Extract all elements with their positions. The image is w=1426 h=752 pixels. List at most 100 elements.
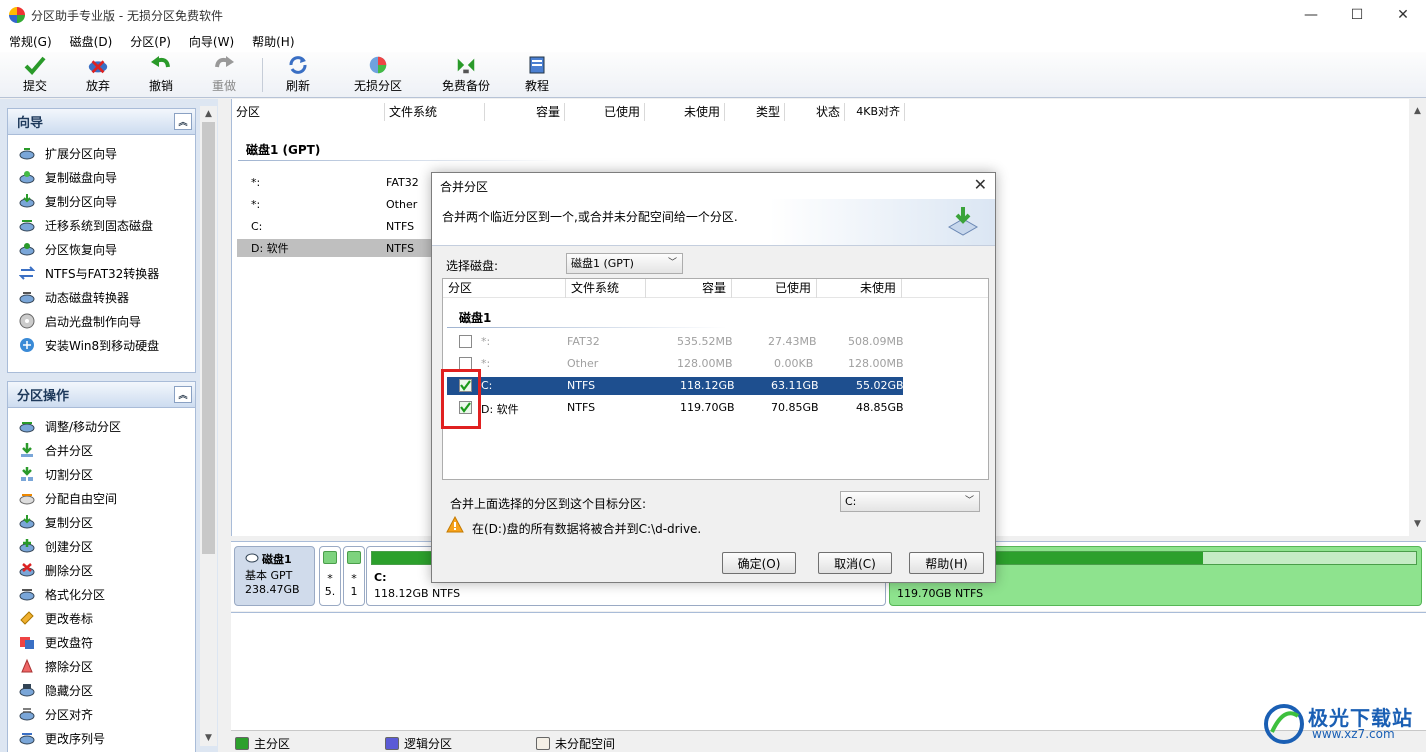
disk-label[interactable]: 磁盘1 (GPT) [246, 141, 320, 158]
scroll-down-icon[interactable]: ▼ [200, 730, 217, 746]
redo-icon [213, 54, 235, 76]
nav-merge-partition[interactable]: 合并分区 [8, 438, 195, 462]
nav-change-label[interactable]: 更改卷标 [8, 606, 195, 630]
legend-primary: 主分区 [235, 735, 290, 752]
col-filesystem[interactable]: 文件系统 [566, 279, 646, 298]
menu-partition[interactable]: 分区(P) [121, 33, 180, 50]
cancel-button[interactable]: 取消(C) [818, 552, 892, 574]
minimize-button[interactable]: — [1288, 0, 1334, 30]
nav-dynamic-disk-converter[interactable]: 动态磁盘转换器 [8, 285, 195, 309]
help-button[interactable]: 帮助(H) [909, 552, 984, 574]
undo-button[interactable]: 撤销 [146, 54, 176, 96]
submit-button[interactable]: 提交 [20, 54, 50, 96]
nav-resize-move[interactable]: 调整/移动分区 [8, 414, 195, 438]
partition-ops-header[interactable]: 分区操作 ︽ [8, 382, 195, 408]
partition-checkbox[interactable] [459, 335, 472, 348]
nav-align-partition[interactable]: 分区对齐 [8, 702, 195, 726]
table-row[interactable]: D: 软件 NTFS [237, 239, 447, 257]
nav-migrate-os-ssd[interactable]: 迁移系统到固态磁盘 [8, 213, 195, 237]
nav-create-partition[interactable]: 创建分区 [8, 534, 195, 558]
refresh-button[interactable]: 刷新 [283, 54, 313, 96]
maximize-button[interactable]: ☐ [1334, 0, 1380, 30]
nav-change-serial[interactable]: 更改序列号 [8, 726, 195, 750]
disk-map-partition-small-1[interactable]: * 5. [319, 546, 341, 606]
nav-label: 切割分区 [45, 467, 94, 482]
nav-win8-to-usb[interactable]: 安装Win8到移动硬盘 [8, 333, 195, 357]
col-partition[interactable]: 分区 [443, 279, 566, 298]
left-scrollbar-thumb[interactable] [202, 122, 215, 554]
lossless-partition-button[interactable]: 无损分区 [350, 54, 406, 96]
nav-copy-partition-wizard[interactable]: 复制分区向导 [8, 189, 195, 213]
nav-label: 擦除分区 [45, 659, 94, 674]
nav-ntfs-fat32-converter[interactable]: NTFS与FAT32转换器 [8, 261, 195, 285]
nav-delete-partition[interactable]: 删除分区 [8, 558, 195, 582]
disk-info-card[interactable]: 磁盘1 基本 GPT 238.47GB [234, 546, 315, 606]
col-capacity[interactable]: 容量 [646, 279, 732, 298]
menu-wizard[interactable]: 向导(W) [180, 33, 243, 50]
col-partition[interactable]: 分区 [232, 103, 385, 121]
col-4k-align[interactable]: 4KB对齐 [845, 103, 905, 121]
wizard-section-header[interactable]: 向导 ︽ [8, 109, 195, 135]
nav-split-partition[interactable]: 切割分区 [8, 462, 195, 486]
menu-help[interactable]: 帮助(H) [243, 33, 303, 50]
watermark: 极光下载站 www.xz7.com [1262, 700, 1422, 748]
watermark-logo-icon [1264, 704, 1304, 744]
list-item[interactable]: D: 软件 NTFS 119.70GB 70.85GB 48.85GB [447, 399, 904, 417]
close-button[interactable]: ✕ [1380, 0, 1426, 30]
partition-ops-collapse-button[interactable]: ︽ [174, 386, 192, 403]
row-filesystem: NTFS [567, 379, 596, 392]
nav-extend-partition-wizard[interactable]: 扩展分区向导 [8, 141, 195, 165]
dialog-title: 合并分区 [440, 179, 489, 194]
legend-swatch [235, 737, 249, 750]
recovery-icon [19, 241, 35, 257]
ok-button[interactable]: 确定(O) [722, 552, 796, 574]
merge-disk-divider [447, 327, 727, 328]
col-free[interactable]: 未使用 [817, 279, 902, 298]
nav-change-drive-letter[interactable]: 更改盘符 [8, 630, 195, 654]
nav-wipe-partition[interactable]: 擦除分区 [8, 654, 195, 678]
nav-allocate-free-space[interactable]: 分配自由空间 [8, 486, 195, 510]
col-filesystem[interactable]: 文件系统 [385, 103, 485, 121]
left-scrollbar[interactable]: ▲ ▼ [200, 106, 217, 746]
row-partition: D: 软件 [251, 242, 289, 255]
target-partition-dropdown[interactable]: C: ﹀ [840, 491, 980, 512]
nav-label: 更改序列号 [45, 731, 106, 746]
list-item[interactable]: *: Other 128.00MB 0.00KB 128.00MB [447, 355, 904, 373]
nav-copy-partition[interactable]: 复制分区 [8, 510, 195, 534]
col-status[interactable]: 状态 [785, 103, 845, 121]
table-row[interactable]: *: FAT32 [237, 173, 447, 191]
table-row[interactable]: C: NTFS [237, 217, 447, 235]
menu-general[interactable]: 常规(G) [0, 33, 61, 50]
wizard-collapse-button[interactable]: ︽ [174, 113, 192, 130]
nav-hide-partition[interactable]: 隐藏分区 [8, 678, 195, 702]
redo-button[interactable]: 重做 [209, 54, 239, 96]
col-capacity[interactable]: 容量 [485, 103, 565, 121]
select-disk-dropdown[interactable]: 磁盘1 (GPT) ﹀ [566, 253, 683, 274]
discard-button[interactable]: 放弃 [83, 54, 113, 96]
main-scrollbar[interactable]: ▲ ▼ [1409, 99, 1426, 536]
col-used[interactable]: 已使用 [565, 103, 645, 121]
nav-label: 分配自由空间 [45, 491, 118, 506]
col-used[interactable]: 已使用 [732, 279, 817, 298]
col-type[interactable]: 类型 [725, 103, 785, 121]
nav-bootable-media-wizard[interactable]: 启动光盘制作向导 [8, 309, 195, 333]
nav-copy-disk-wizard[interactable]: 复制磁盘向导 [8, 165, 195, 189]
dialog-close-icon[interactable]: ✕ [974, 175, 987, 194]
partition-name: * [351, 572, 357, 585]
list-item[interactable]: *: FAT32 535.52MB 27.43MB 508.09MB [447, 333, 904, 351]
tutorial-button[interactable]: 教程 [522, 54, 552, 96]
menu-disk[interactable]: 磁盘(D) [61, 33, 122, 50]
nav-format-partition[interactable]: 格式化分区 [8, 582, 195, 606]
nav-partition-recovery[interactable]: 分区恢复向导 [8, 237, 195, 261]
select-disk-label: 选择磁盘: [446, 259, 499, 273]
col-free[interactable]: 未使用 [645, 103, 725, 121]
list-item[interactable]: C: NTFS 118.12GB 63.11GB 55.02GB [447, 377, 904, 395]
disk-map-partition-small-2[interactable]: * 1 [343, 546, 365, 606]
scroll-up-icon[interactable]: ▲ [200, 106, 217, 122]
nav-label: NTFS与FAT32转换器 [45, 266, 160, 281]
scroll-up-icon[interactable]: ▲ [1409, 103, 1426, 119]
scroll-down-icon[interactable]: ▼ [1409, 516, 1426, 532]
table-row[interactable]: *: Other [237, 195, 447, 213]
free-backup-button[interactable]: 免费备份 [438, 54, 494, 96]
merge-partition-list: 分区 文件系统 容量 已使用 未使用 磁盘1 *: FAT32 535.52MB… [442, 278, 989, 480]
